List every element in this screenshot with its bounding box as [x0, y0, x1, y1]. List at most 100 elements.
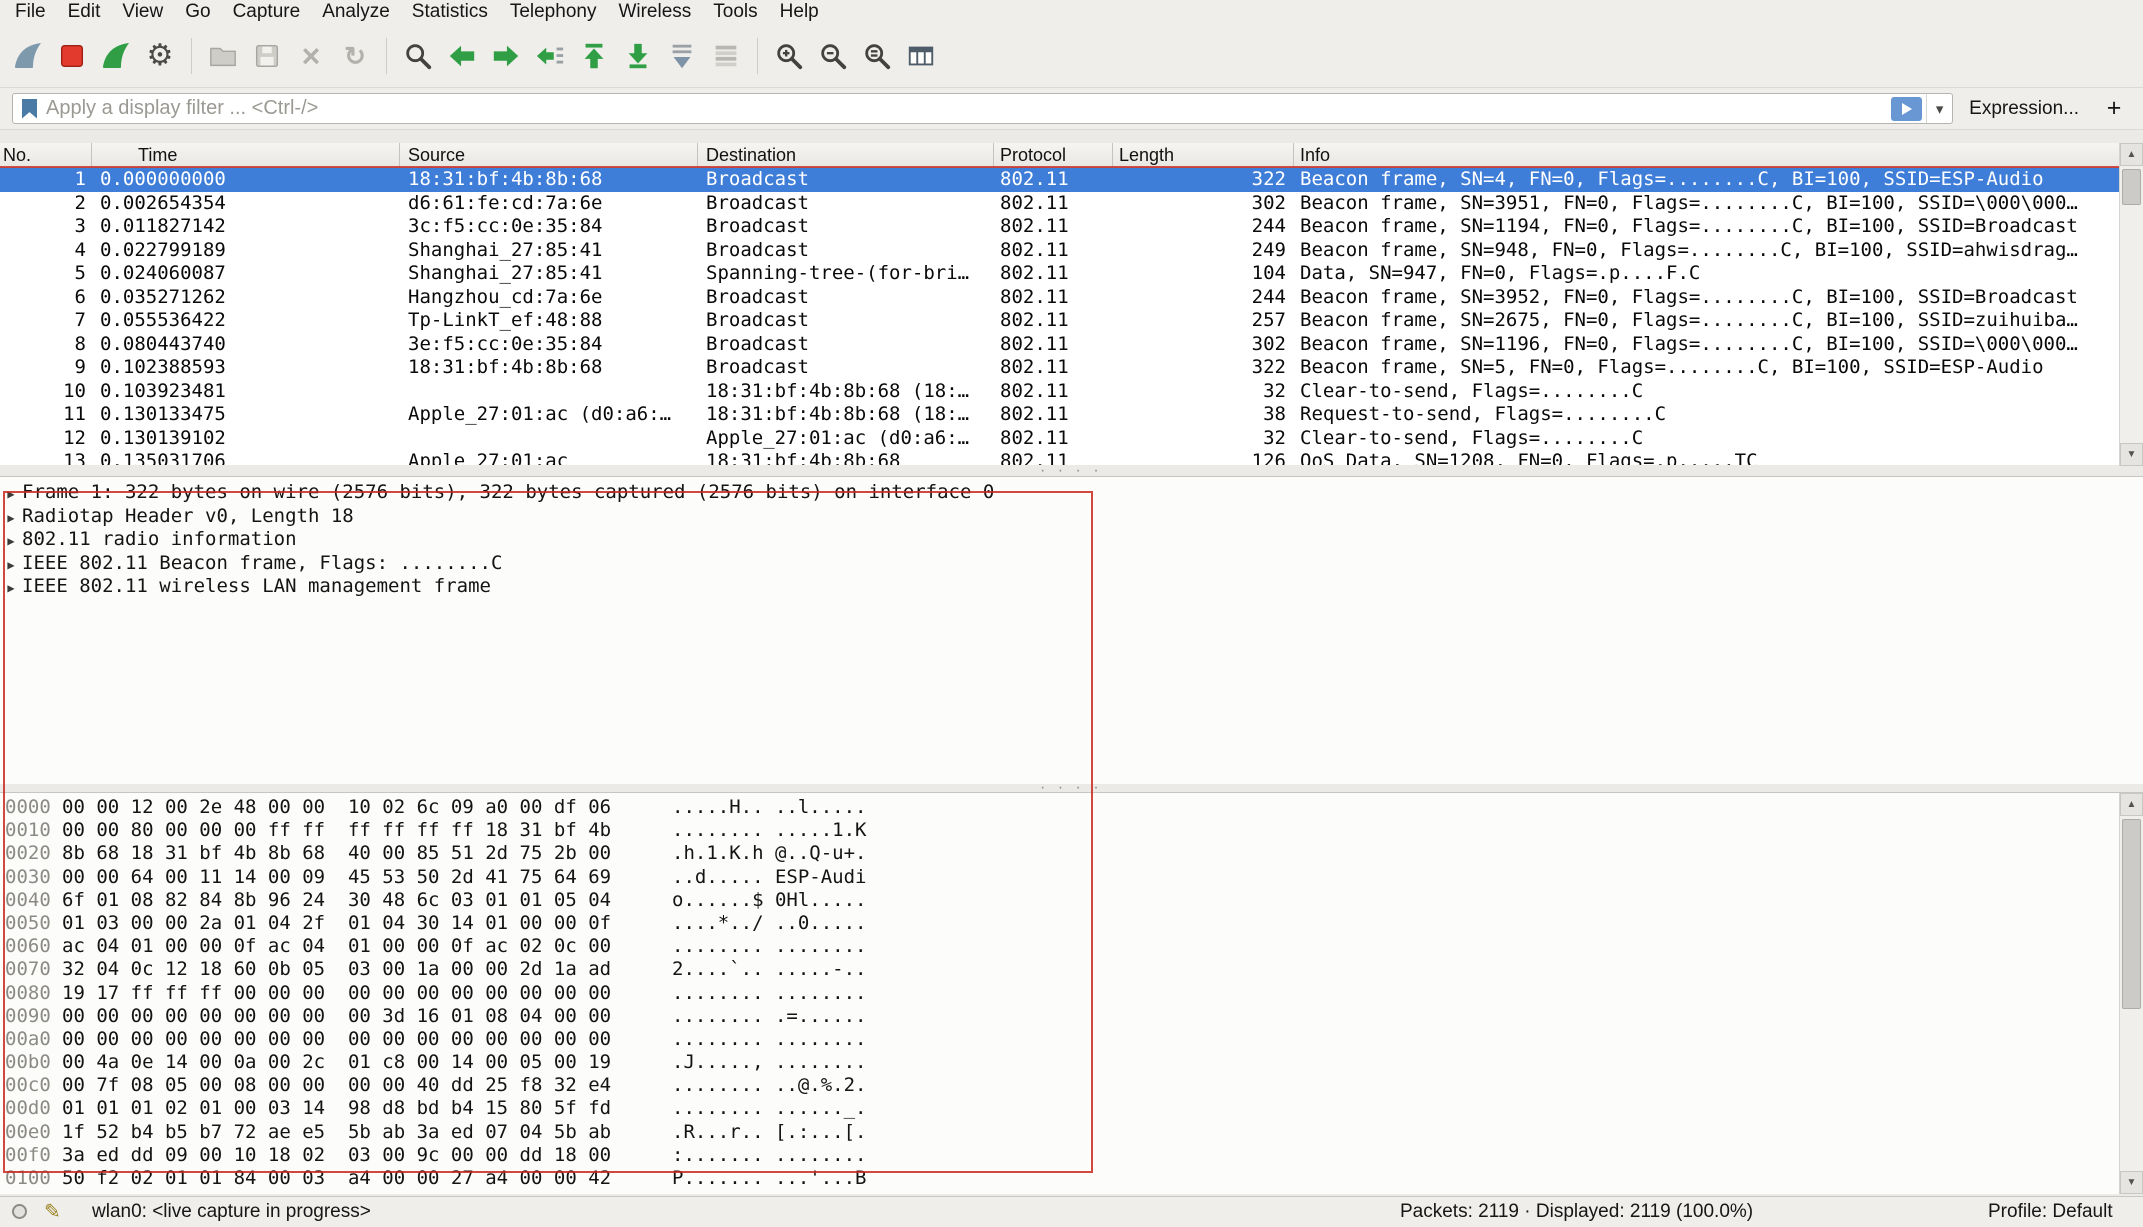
scroll-down-button[interactable] — [2120, 1171, 2143, 1194]
hex-row[interactable]: 00c000 7f 08 05 00 08 00 00 00 00 40 dd … — [0, 1074, 2143, 1097]
bookmark-icon[interactable] — [22, 99, 37, 119]
packet-row-12[interactable]: 120.130139102Apple_27:01:ac (d0:a6:…802.… — [0, 427, 2119, 451]
menu-item-edit[interactable]: Edit — [57, 0, 112, 24]
hex-row[interactable]: 005001 03 00 00 2a 01 04 2f 01 04 30 14 … — [0, 912, 2143, 935]
hex-row[interactable]: 000000 00 12 00 2e 48 00 00 10 02 6c 09 … — [0, 796, 2143, 819]
column-header-no[interactable]: No. — [0, 143, 92, 167]
expander-icon[interactable] — [0, 552, 22, 576]
expander-icon[interactable] — [0, 575, 22, 599]
scrollbar-thumb[interactable] — [2122, 169, 2141, 205]
hex-dump-scrollbar[interactable] — [2119, 793, 2143, 1194]
zoom-out-button[interactable] — [811, 32, 855, 80]
save-file-button[interactable] — [245, 32, 289, 80]
find-packet-button[interactable] — [396, 32, 440, 80]
column-header-time[interactable]: Time — [92, 143, 400, 167]
scrollbar-thumb[interactable] — [2122, 819, 2141, 1009]
hex-row[interactable]: 00f03a ed dd 09 00 10 18 02 03 00 9c 00 … — [0, 1144, 2143, 1167]
packet-row-10[interactable]: 100.10392348118:31:bf:4b:8b:68 (18:…802.… — [0, 380, 2119, 404]
detail-item[interactable]: 802.11 radio information — [0, 528, 2143, 552]
restart-capture-button[interactable] — [94, 32, 138, 80]
menu-item-telephony[interactable]: Telephony — [499, 0, 608, 24]
menu-item-view[interactable]: View — [111, 0, 174, 24]
hex-row[interactable]: 0060ac 04 01 00 00 0f ac 04 01 00 00 0f … — [0, 935, 2143, 958]
hex-row[interactable]: 00b000 4a 0e 14 00 0a 00 2c 01 c8 00 14 … — [0, 1051, 2143, 1074]
hex-row[interactable]: 010050 f2 02 01 01 84 00 03 a4 00 00 27 … — [0, 1167, 2143, 1190]
go-to-packet-button[interactable] — [528, 32, 572, 80]
expander-icon[interactable] — [0, 528, 22, 552]
cell-destination: Apple_27:01:ac (d0:a6:… — [698, 427, 994, 451]
cell-info: Clear-to-send, Flags=........C — [1294, 427, 2119, 451]
detail-item[interactable]: IEEE 802.11 wireless LAN management fram… — [0, 575, 2143, 599]
close-file-button[interactable]: × — [289, 32, 333, 80]
display-filter-combo[interactable] — [12, 93, 1953, 124]
scroll-down-button[interactable] — [2120, 443, 2143, 466]
hex-row[interactable]: 00e01f 52 b4 b5 b7 72 ae e5 5b ab 3a ed … — [0, 1121, 2143, 1144]
menu-item-wireless[interactable]: Wireless — [607, 0, 702, 24]
filter-history-dropdown-button[interactable] — [1926, 94, 1952, 123]
menu-item-file[interactable]: File — [4, 0, 57, 24]
apply-filter-button[interactable] — [1891, 97, 1922, 121]
hex-bytes: ac 04 01 00 00 0f ac 04 01 00 00 0f ac 0… — [62, 935, 672, 958]
hex-row[interactable]: 00d001 01 01 02 01 00 03 14 98 d8 bd b4 … — [0, 1097, 2143, 1120]
hex-row[interactable]: 003000 00 64 00 11 14 00 09 45 53 50 2d … — [0, 866, 2143, 889]
hex-row[interactable]: 00a000 00 00 00 00 00 00 00 00 00 00 00 … — [0, 1028, 2143, 1051]
menu-item-go[interactable]: Go — [174, 0, 221, 24]
packet-row-3[interactable]: 30.0118271423c:f5:cc:0e:35:84Broadcast80… — [0, 215, 2119, 239]
packet-row-4[interactable]: 40.022799189Shanghai_27:85:41Broadcast80… — [0, 239, 2119, 263]
detail-item[interactable]: Frame 1: 322 bytes on wire (2576 bits), … — [0, 481, 2143, 505]
hex-row[interactable]: 001000 00 80 00 00 00 ff ff ff ff ff ff … — [0, 819, 2143, 842]
resize-columns-button[interactable] — [899, 32, 943, 80]
pane-splitter[interactable] — [0, 784, 2143, 792]
packet-row-9[interactable]: 90.10238859318:31:bf:4b:8b:68Broadcast80… — [0, 356, 2119, 380]
display-filter-input[interactable] — [46, 97, 1887, 120]
pane-splitter[interactable] — [0, 466, 2143, 476]
scroll-up-button[interactable] — [2120, 793, 2143, 816]
go-back-button[interactable] — [440, 32, 484, 80]
hex-row[interactable]: 009000 00 00 00 00 00 00 00 00 3d 16 01 … — [0, 1005, 2143, 1028]
column-header-destination[interactable]: Destination — [698, 143, 994, 167]
expression-button[interactable]: Expression... — [1953, 98, 2095, 120]
expander-icon[interactable] — [0, 481, 22, 505]
expander-icon[interactable] — [0, 505, 22, 529]
packet-row-5[interactable]: 50.024060087Shanghai_27:85:41Spanning-tr… — [0, 262, 2119, 286]
packet-row-1[interactable]: 10.00000000018:31:bf:4b:8b:68Broadcast80… — [0, 168, 2119, 192]
menu-item-tools[interactable]: Tools — [702, 0, 768, 24]
hex-row[interactable]: 00208b 68 18 31 bf 4b 8b 68 40 00 85 51 … — [0, 842, 2143, 865]
go-first-button[interactable] — [572, 32, 616, 80]
hex-row[interactable]: 007032 04 0c 12 18 60 0b 05 03 00 1a 00 … — [0, 958, 2143, 981]
go-forward-button[interactable] — [484, 32, 528, 80]
packet-list-scrollbar[interactable] — [2119, 143, 2143, 466]
column-header-source[interactable]: Source — [400, 143, 698, 167]
auto-scroll-icon — [667, 41, 697, 71]
detail-item[interactable]: Radiotap Header v0, Length 18 — [0, 505, 2143, 529]
column-header-length[interactable]: Length — [1113, 143, 1294, 167]
auto-scroll-button[interactable] — [660, 32, 704, 80]
hex-row[interactable]: 00406f 01 08 82 84 8b 96 24 30 48 6c 03 … — [0, 889, 2143, 912]
scroll-up-button[interactable] — [2120, 143, 2143, 166]
zoom-in-button[interactable] — [767, 32, 811, 80]
packet-row-8[interactable]: 80.0804437403e:f5:cc:0e:35:84Broadcast80… — [0, 333, 2119, 357]
packet-row-7[interactable]: 70.055536422Tp-LinkT_ef:48:88Broadcast80… — [0, 309, 2119, 333]
column-header-info[interactable]: Info — [1294, 143, 2119, 167]
packet-row-6[interactable]: 60.035271262Hangzhou_cd:7a:6eBroadcast80… — [0, 286, 2119, 310]
menu-item-capture[interactable]: Capture — [222, 0, 312, 24]
profile-selector[interactable]: Profile: Default — [1988, 1201, 2113, 1223]
stop-capture-button[interactable] — [50, 32, 94, 80]
detail-item[interactable]: IEEE 802.11 Beacon frame, Flags: .......… — [0, 552, 2143, 576]
column-header-protocol[interactable]: Protocol — [994, 143, 1113, 167]
colorize-button[interactable] — [704, 32, 748, 80]
go-last-button[interactable] — [616, 32, 660, 80]
capture-options-button[interactable]: ⚙ — [138, 32, 182, 80]
menu-item-statistics[interactable]: Statistics — [401, 0, 499, 24]
menu-item-help[interactable]: Help — [769, 0, 830, 24]
reload-file-button[interactable]: ↻ — [333, 32, 377, 80]
start-capture-button[interactable] — [6, 32, 50, 80]
menu-item-analyze[interactable]: Analyze — [311, 0, 401, 24]
zoom-original-button[interactable] — [855, 32, 899, 80]
hex-row[interactable]: 008019 17 ff ff ff 00 00 00 00 00 00 00 … — [0, 982, 2143, 1005]
add-filter-button[interactable]: + — [2095, 94, 2133, 123]
capture-comment-icon[interactable] — [44, 1199, 61, 1224]
open-file-button[interactable] — [201, 32, 245, 80]
packet-row-11[interactable]: 110.130133475Apple_27:01:ac (d0:a6:…18:3… — [0, 403, 2119, 427]
packet-row-2[interactable]: 20.002654354d6:61:fe:cd:7a:6eBroadcast80… — [0, 192, 2119, 216]
